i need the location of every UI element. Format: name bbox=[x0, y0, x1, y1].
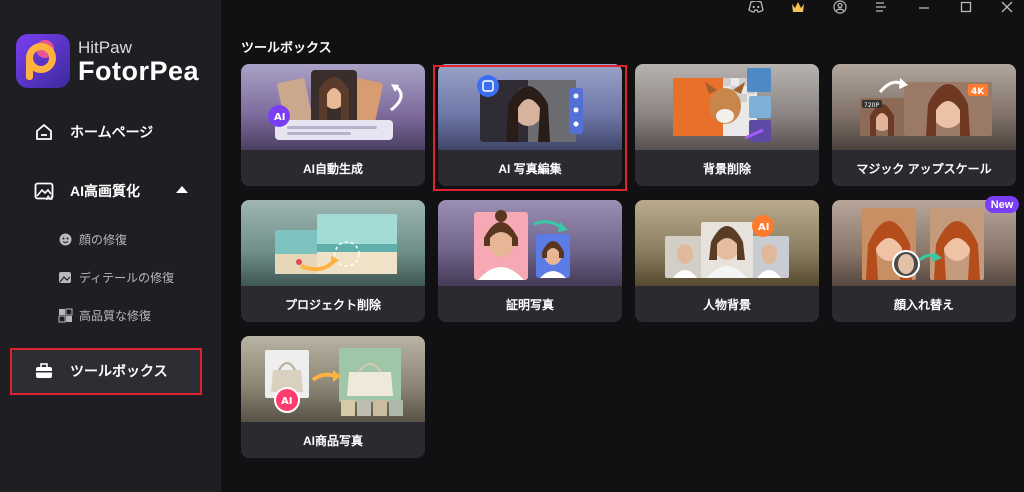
tool-card-portrait-background[interactable]: AI 人物背景 bbox=[635, 200, 819, 322]
highlight-frame-ai-photo-edit bbox=[433, 65, 627, 191]
card-thumbnail bbox=[241, 200, 425, 286]
card-thumbnail: AI bbox=[635, 200, 819, 286]
highlight-frame-toolbox bbox=[10, 348, 202, 395]
brand-name: FotorPea bbox=[78, 55, 200, 86]
sidebar-item-home[interactable]: ホームページ bbox=[34, 122, 153, 142]
tool-card-object-removal[interactable]: プロジェクト削除 bbox=[241, 200, 425, 322]
sidebar-subitem-label: 高品質な修復 bbox=[79, 309, 152, 323]
new-badge: New bbox=[985, 196, 1019, 213]
detail-image-icon bbox=[58, 270, 73, 285]
card-label: AI商品写真 bbox=[241, 422, 425, 458]
svg-text:AI: AI bbox=[46, 195, 53, 201]
tool-card-remove-background[interactable]: 背景削除 bbox=[635, 64, 819, 186]
card-thumbnail bbox=[438, 200, 622, 286]
card-thumbnail: AI bbox=[241, 64, 425, 150]
card-label: 証明写真 bbox=[438, 286, 622, 322]
sidebar-item-enhance[interactable]: AI AI高画質化 bbox=[34, 181, 140, 201]
enhance-image-icon: AI bbox=[34, 181, 54, 201]
maximize-icon[interactable] bbox=[958, 0, 974, 14]
sidebar-subitem-label: ディテールの修復 bbox=[79, 271, 175, 285]
user-icon[interactable] bbox=[832, 0, 848, 14]
logo-icon bbox=[16, 34, 70, 88]
res-low-text: 720P bbox=[864, 102, 879, 109]
sidebar-subitem-quality[interactable]: 高品質な修復 bbox=[58, 307, 151, 324]
collapse-caret-icon[interactable] bbox=[176, 186, 188, 193]
tool-card-id-photo[interactable]: 証明写真 bbox=[438, 200, 622, 322]
tool-card-ai-generate[interactable]: AI AI自動生成 bbox=[241, 64, 425, 186]
card-thumbnail: 720P 4K bbox=[832, 64, 1016, 150]
ai-badge-text: AI bbox=[281, 396, 292, 407]
quality-icon bbox=[58, 308, 73, 323]
card-label: AI自動生成 bbox=[241, 150, 425, 186]
minimize-icon[interactable] bbox=[916, 0, 932, 14]
res-high-text: 4K bbox=[971, 87, 985, 97]
face-icon bbox=[58, 232, 73, 247]
sidebar-item-label: ホームページ bbox=[70, 124, 154, 140]
sidebar-subitem-detail[interactable]: ディテールの修復 bbox=[58, 269, 174, 286]
ai-badge-text: AI bbox=[758, 222, 769, 233]
discord-icon[interactable] bbox=[748, 0, 764, 14]
brand-sub: HitPaw bbox=[78, 37, 132, 57]
page-title: ツールボックス bbox=[241, 40, 332, 55]
card-label: 顔入れ替え bbox=[832, 286, 1016, 322]
close-icon[interactable] bbox=[999, 0, 1015, 14]
sidebar-subitem-label: 顔の修復 bbox=[79, 233, 128, 247]
crown-icon[interactable] bbox=[790, 0, 806, 14]
tool-card-ai-product-photo[interactable]: AI AI商品写真 bbox=[241, 336, 425, 458]
card-label: 背景削除 bbox=[635, 150, 819, 186]
home-icon bbox=[34, 122, 54, 142]
card-thumbnail bbox=[832, 200, 1016, 286]
card-label: マジック アップスケール bbox=[832, 150, 1016, 186]
ai-badge-text: AI bbox=[274, 112, 285, 123]
card-thumbnail bbox=[635, 64, 819, 150]
title-bar bbox=[221, 0, 1024, 18]
sidebar-item-label: AI高画質化 bbox=[70, 183, 140, 199]
card-label: 人物背景 bbox=[635, 286, 819, 322]
menu-icon[interactable] bbox=[873, 0, 889, 14]
app-logo: HitPaw FotorPea bbox=[16, 34, 199, 88]
card-label: プロジェクト削除 bbox=[241, 286, 425, 322]
card-thumbnail: AI bbox=[241, 336, 425, 422]
sidebar: HitPaw FotorPea ホームページ AI AI高画質化 顔の修復 ディ… bbox=[0, 0, 221, 492]
tool-card-face-swap[interactable]: 顔入れ替え bbox=[832, 200, 1016, 322]
sidebar-subitem-face[interactable]: 顔の修復 bbox=[58, 231, 127, 248]
tool-card-magic-upscale[interactable]: 720P 4K マジック アップスケール bbox=[832, 64, 1016, 186]
